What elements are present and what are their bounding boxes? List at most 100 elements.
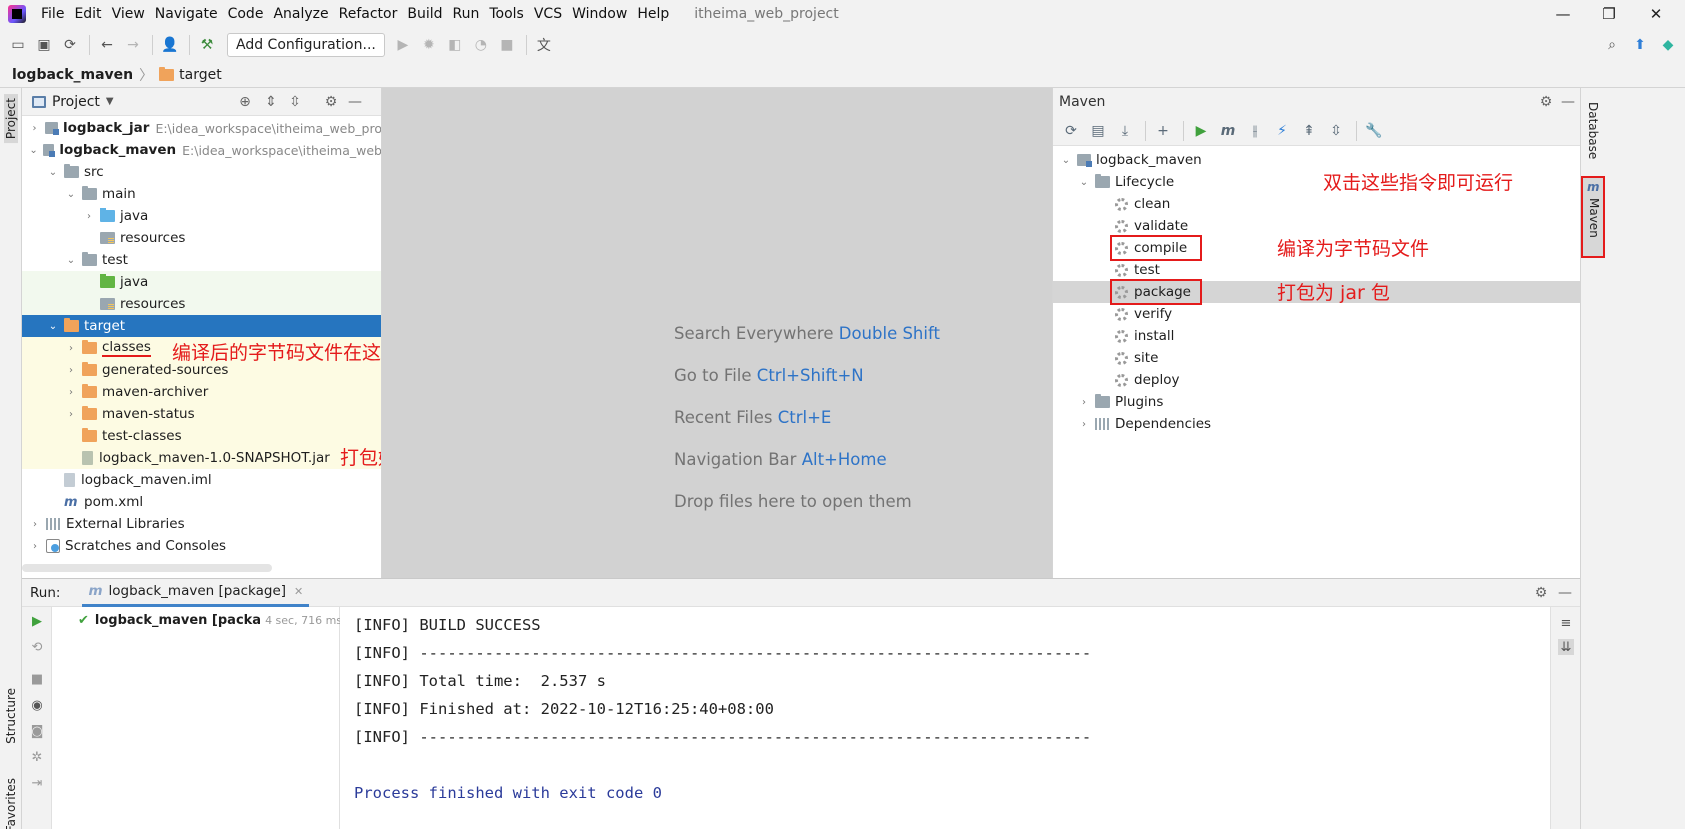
close-icon[interactable]: ✕ bbox=[294, 585, 303, 598]
gear-icon[interactable]: ⚙ bbox=[1532, 584, 1550, 602]
tree-item-external-libraries[interactable]: › External Libraries bbox=[22, 513, 381, 535]
camera-icon[interactable]: ◙ bbox=[29, 723, 45, 739]
project-panel-title[interactable]: Project bbox=[52, 94, 100, 110]
breadcrumb-folder[interactable]: target bbox=[179, 67, 222, 83]
maven-phase-site[interactable]: site bbox=[1053, 347, 1581, 369]
exit-icon[interactable]: ⇥ bbox=[29, 775, 45, 791]
stop-icon[interactable]: ■ bbox=[29, 671, 45, 687]
console-output[interactable]: [INFO] BUILD SUCCESS [INFO] ------------… bbox=[340, 607, 1550, 829]
debug-icon[interactable]: ✹ bbox=[417, 33, 441, 57]
tree-item-snapshot-jar[interactable]: logback_maven-1.0-SNAPSHOT.jar bbox=[22, 447, 381, 469]
menu-edit[interactable]: Edit bbox=[69, 6, 106, 22]
run-tree-item[interactable]: ✔ logback_maven [packa 4 sec, 716 ms bbox=[78, 613, 342, 628]
menu-code[interactable]: Code bbox=[223, 6, 269, 22]
locate-icon[interactable]: ⊕ bbox=[236, 93, 254, 111]
sync-icon[interactable]: ⟳ bbox=[58, 33, 82, 57]
menu-refactor[interactable]: Refactor bbox=[334, 6, 403, 22]
toggle-offline-icon[interactable]: ⫲ bbox=[1243, 119, 1267, 143]
collapse-all-icon[interactable]: ⇳ bbox=[286, 93, 304, 111]
add-configuration-button[interactable]: Add Configuration... bbox=[227, 33, 385, 57]
save-icon[interactable]: ▣ bbox=[32, 33, 56, 57]
maven-phase-clean[interactable]: clean bbox=[1053, 193, 1581, 215]
coverage-icon[interactable]: ◧ bbox=[443, 33, 467, 57]
chevron-down-icon[interactable]: ⌄ bbox=[64, 189, 78, 200]
chevron-right-icon[interactable]: › bbox=[64, 387, 78, 398]
chevron-right-icon[interactable]: › bbox=[82, 211, 96, 222]
restore-button[interactable]: ❐ bbox=[1586, 0, 1632, 28]
tree-item-target[interactable]: ⌄ target bbox=[22, 315, 381, 337]
settings-icon[interactable]: ✲ bbox=[29, 749, 45, 765]
chevron-right-icon[interactable]: › bbox=[1077, 419, 1091, 430]
run-tab[interactable]: m logback_maven [package] ✕ bbox=[82, 579, 310, 607]
tree-item-logback-jar[interactable]: › logback_jar E:\idea_workspace\itheima_… bbox=[22, 117, 381, 139]
soft-wrap-icon[interactable]: ≡ bbox=[1558, 615, 1574, 631]
chevron-right-icon[interactable]: › bbox=[28, 541, 42, 552]
maven-phase-install[interactable]: install bbox=[1053, 325, 1581, 347]
chevron-right-icon[interactable]: › bbox=[28, 123, 41, 134]
hide-panel-icon[interactable]: — bbox=[1556, 584, 1574, 602]
profile-icon[interactable]: ◔ bbox=[469, 33, 493, 57]
menu-tools[interactable]: Tools bbox=[484, 6, 529, 22]
chevron-right-icon[interactable]: › bbox=[28, 519, 42, 530]
generate-sources-icon[interactable]: ▤ bbox=[1086, 119, 1110, 143]
forward-arrow-icon[interactable]: → bbox=[121, 33, 145, 57]
eye-icon[interactable]: ◉ bbox=[29, 697, 45, 713]
tree-item-pom[interactable]: m pom.xml bbox=[22, 491, 381, 513]
back-arrow-icon[interactable]: ← bbox=[95, 33, 119, 57]
tree-item-test-resources[interactable]: resources bbox=[22, 293, 381, 315]
update-icon[interactable]: ⬆ bbox=[1628, 33, 1652, 57]
tree-item-iml[interactable]: logback_maven.iml bbox=[22, 469, 381, 491]
translate-icon[interactable]: 文 bbox=[532, 33, 556, 57]
menu-build[interactable]: Build bbox=[402, 6, 447, 22]
menu-run[interactable]: Run bbox=[448, 6, 485, 22]
download-icon[interactable]: ⤓ bbox=[1113, 119, 1137, 143]
favorites-tool-tab[interactable]: Favorites bbox=[4, 778, 18, 829]
open-folder-icon[interactable]: ▭ bbox=[6, 33, 30, 57]
project-tool-tab[interactable]: Project bbox=[4, 94, 18, 144]
chevron-down-icon[interactable]: ⌄ bbox=[1059, 155, 1073, 166]
tree-item-test[interactable]: ⌄ test bbox=[22, 249, 381, 271]
tree-item-test-java[interactable]: java bbox=[22, 271, 381, 293]
close-button[interactable]: ✕ bbox=[1633, 0, 1679, 28]
execute-goal-icon[interactable]: m bbox=[1216, 119, 1240, 143]
chevron-down-icon[interactable]: ⌄ bbox=[46, 321, 60, 332]
rerun-icon[interactable]: ▶ bbox=[29, 613, 45, 629]
menu-window[interactable]: Window bbox=[567, 6, 632, 22]
menu-file[interactable]: File bbox=[36, 6, 69, 22]
tree-item-main-java[interactable]: › java bbox=[22, 205, 381, 227]
expand-all-icon[interactable]: ⇕ bbox=[262, 93, 280, 111]
maven-phase-deploy[interactable]: deploy bbox=[1053, 369, 1581, 391]
structure-tool-tab[interactable]: Structure bbox=[4, 688, 18, 744]
minimize-button[interactable]: — bbox=[1540, 0, 1586, 28]
tree-item-main-resources[interactable]: resources bbox=[22, 227, 381, 249]
menu-vcs[interactable]: VCS bbox=[529, 6, 567, 22]
plugin-icon[interactable]: ◆ bbox=[1656, 33, 1680, 57]
tree-item-scratches[interactable]: › Scratches and Consoles bbox=[22, 535, 381, 557]
wrench-icon[interactable]: 🔧 bbox=[1362, 119, 1386, 143]
gear-icon[interactable]: ⚙ bbox=[322, 93, 340, 111]
tree-item-maven-status[interactable]: › maven-status bbox=[22, 403, 381, 425]
maven-tool-tab[interactable]: Maven bbox=[1587, 198, 1601, 238]
chevron-down-icon[interactable]: ▼ bbox=[106, 96, 114, 107]
run-icon[interactable]: ▶ bbox=[1189, 119, 1213, 143]
chevron-down-icon[interactable]: ⌄ bbox=[1077, 177, 1091, 188]
search-icon[interactable]: ⌕ bbox=[1600, 33, 1624, 57]
horizontal-scrollbar[interactable] bbox=[22, 564, 272, 572]
tree-item-src[interactable]: ⌄ src bbox=[22, 161, 381, 183]
chevron-down-icon[interactable]: ⌄ bbox=[46, 167, 60, 178]
maven-tool-tab-highlight[interactable]: m Maven bbox=[1581, 176, 1605, 258]
chevron-right-icon[interactable]: › bbox=[64, 365, 78, 376]
collapse-all-icon[interactable]: ⇳ bbox=[1324, 119, 1348, 143]
menu-analyze[interactable]: Analyze bbox=[268, 6, 333, 22]
maven-tree-dependencies[interactable]: › Dependencies bbox=[1053, 413, 1581, 435]
scroll-to-end-icon[interactable]: ⇊ bbox=[1558, 639, 1574, 655]
menu-navigate[interactable]: Navigate bbox=[150, 6, 223, 22]
rerun-failed-icon[interactable]: ⟲ bbox=[29, 639, 45, 655]
gear-icon[interactable]: ⚙ bbox=[1537, 93, 1555, 111]
reload-icon[interactable]: ⟳ bbox=[1059, 119, 1083, 143]
run-icon[interactable]: ▶ bbox=[391, 33, 415, 57]
hide-panel-icon[interactable]: — bbox=[1559, 93, 1577, 111]
menu-view[interactable]: View bbox=[107, 6, 150, 22]
add-icon[interactable]: + bbox=[1151, 119, 1175, 143]
tree-item-main[interactable]: ⌄ main bbox=[22, 183, 381, 205]
